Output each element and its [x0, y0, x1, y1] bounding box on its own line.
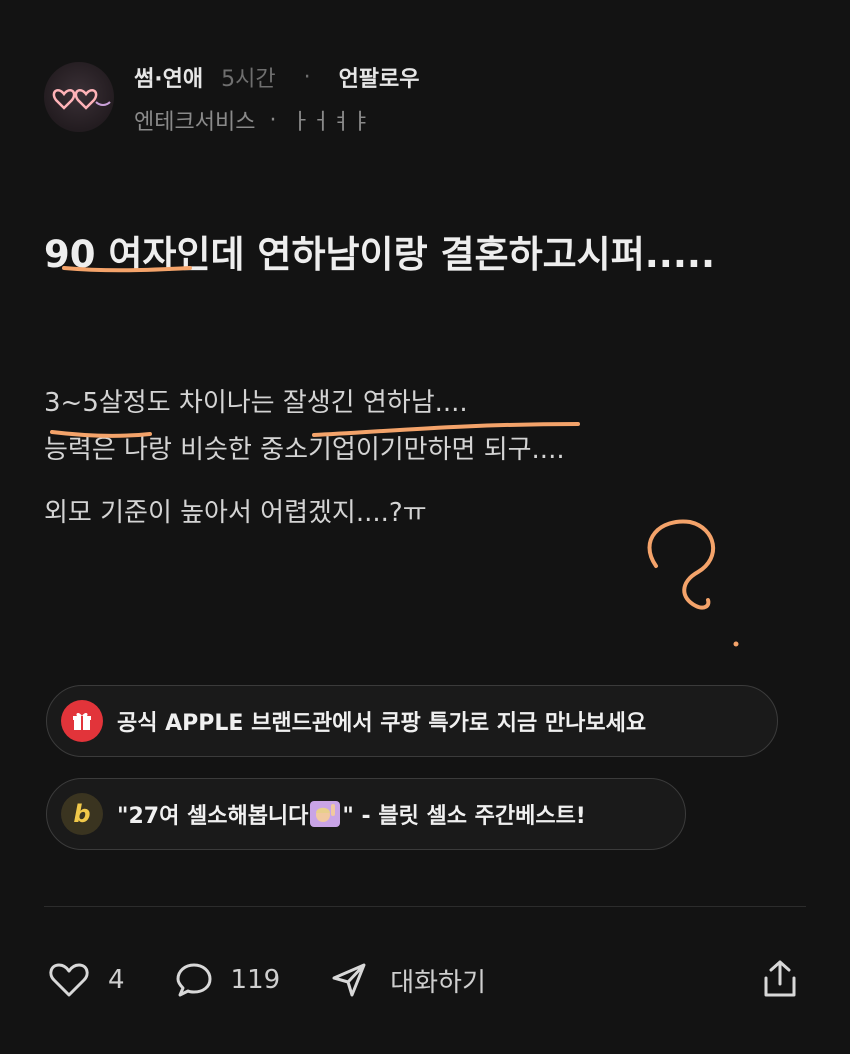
chat-label: 대화하기: [390, 967, 486, 998]
post-body: 3~5살정도 차이나는 잘생긴 연하남.... 능력은 나랑 비슷한 중소기업이…: [44, 380, 804, 537]
ad-banner-blit[interactable]: b "27여 셀소해봅니다 " - 블릿 셀소 주간베스트!: [46, 778, 686, 850]
body-line-1: 3~5살정도 차이나는 잘생긴 연하남....: [44, 388, 468, 418]
avatar[interactable]: [44, 62, 114, 132]
unfollow-button[interactable]: 언팔로우: [339, 61, 420, 93]
author-nickname[interactable]: ㅏㅓㅕㅑ: [290, 104, 371, 136]
body-line-3: 외모 기준이 높아서 어렵겠지....?ㅠ: [44, 498, 427, 528]
chat-button[interactable]: 대화하기: [330, 961, 486, 999]
ad-text: 공식 APPLE 브랜드관에서 쿠팡 특가로 지금 만나보세요: [117, 711, 647, 736]
comment-count: 119: [230, 965, 281, 995]
blit-logo-icon: b: [61, 793, 103, 835]
ad-text-part2: " - 블릿 셀소 주간베스트!: [342, 804, 586, 829]
ad-banner-apple[interactable]: 공식 APPLE 브랜드관에서 쿠팡 특가로 지금 만나보세요: [46, 685, 778, 757]
share-icon: [764, 960, 796, 997]
body-line-2: 능력은 나랑 비슷한 중소기업이기만하면 되구....: [44, 435, 565, 465]
hearts-icon: [52, 89, 111, 110]
author-company: 엔테크서비스: [134, 110, 256, 135]
share-button[interactable]: [760, 958, 800, 1004]
post-title: 90 여자인데 연하남이랑 결혼하고시퍼.....: [44, 233, 716, 276]
gift-icon: [61, 700, 103, 742]
meta-dot: ·: [303, 64, 311, 90]
post-time: 5시간: [221, 67, 276, 92]
comment-icon: [176, 963, 212, 997]
divider: [44, 906, 806, 907]
send-icon: [332, 963, 366, 997]
meta-separator: ·: [269, 107, 277, 133]
comment-button[interactable]: 119: [175, 961, 281, 999]
ad-text-part1: "27여 셀소해봅니다: [117, 804, 309, 829]
post-category[interactable]: 썸·연애: [134, 61, 203, 93]
raising-hand-emoji-icon: [310, 801, 341, 827]
like-button[interactable]: 4: [48, 961, 125, 999]
heart-icon: [49, 963, 89, 997]
like-count: 4: [108, 965, 125, 995]
